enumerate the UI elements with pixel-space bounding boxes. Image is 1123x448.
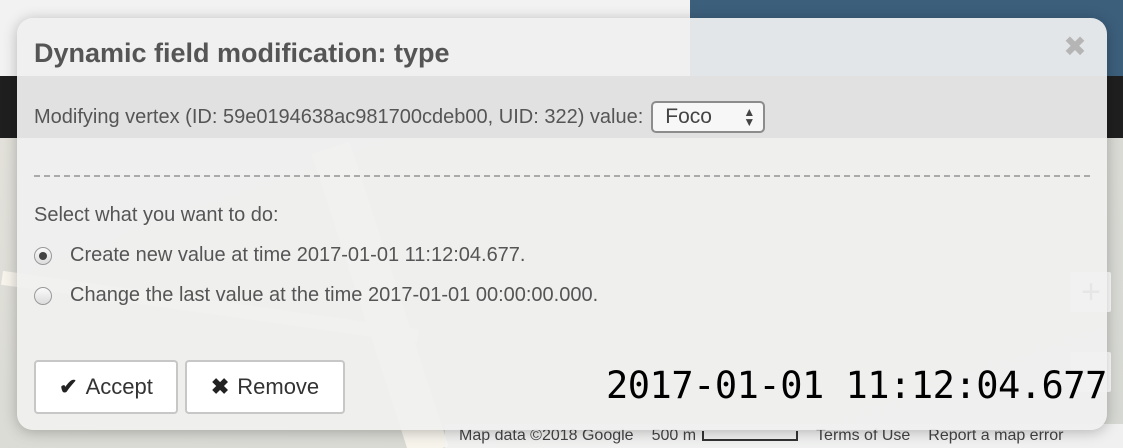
vertex-label: Modifying vertex (ID: 59e0194638ac981700… bbox=[34, 105, 644, 128]
accept-button[interactable]: ✔ Accept bbox=[34, 360, 178, 414]
action-prompt: Select what you want to do: bbox=[34, 204, 279, 226]
option-change-last-value[interactable]: Change the last value at the time 2017-0… bbox=[34, 284, 598, 307]
select-arrows-icon: ▲ ▼ bbox=[743, 106, 756, 129]
times-icon: ✖ bbox=[210, 374, 230, 399]
current-timestamp: 2017-01-01 11:12:04.677 bbox=[606, 364, 1107, 407]
close-icon[interactable]: ✖ bbox=[1063, 32, 1087, 62]
radio-selected-dot bbox=[39, 251, 47, 260]
option-create-new-value[interactable]: Create new value at time 2017-01-01 11:1… bbox=[34, 244, 526, 267]
radio-create-new-value[interactable] bbox=[34, 246, 52, 265]
dynamic-field-modal: Dynamic field modification: type ✖ Modif… bbox=[17, 18, 1107, 430]
option-label: Change the last value at the time 2017-0… bbox=[70, 284, 599, 306]
modal-title: Dynamic field modification: type bbox=[34, 38, 450, 68]
type-select-value: Foco bbox=[665, 105, 712, 128]
option-label: Create new value at time 2017-01-01 11:1… bbox=[70, 244, 526, 266]
scale-bar-icon bbox=[702, 430, 799, 441]
radio-change-last-value[interactable] bbox=[34, 286, 52, 305]
accept-label: Accept bbox=[85, 374, 153, 399]
divider bbox=[34, 175, 1090, 177]
remove-button[interactable]: ✖ Remove bbox=[185, 360, 345, 414]
type-select[interactable]: Foco ▲ ▼ bbox=[651, 101, 766, 133]
check-icon: ✔ bbox=[59, 374, 78, 399]
remove-label: Remove bbox=[237, 374, 320, 399]
vertex-row: Modifying vertex (ID: 59e0194638ac981700… bbox=[34, 100, 766, 134]
arrow-down-icon: ▼ bbox=[743, 115, 756, 129]
